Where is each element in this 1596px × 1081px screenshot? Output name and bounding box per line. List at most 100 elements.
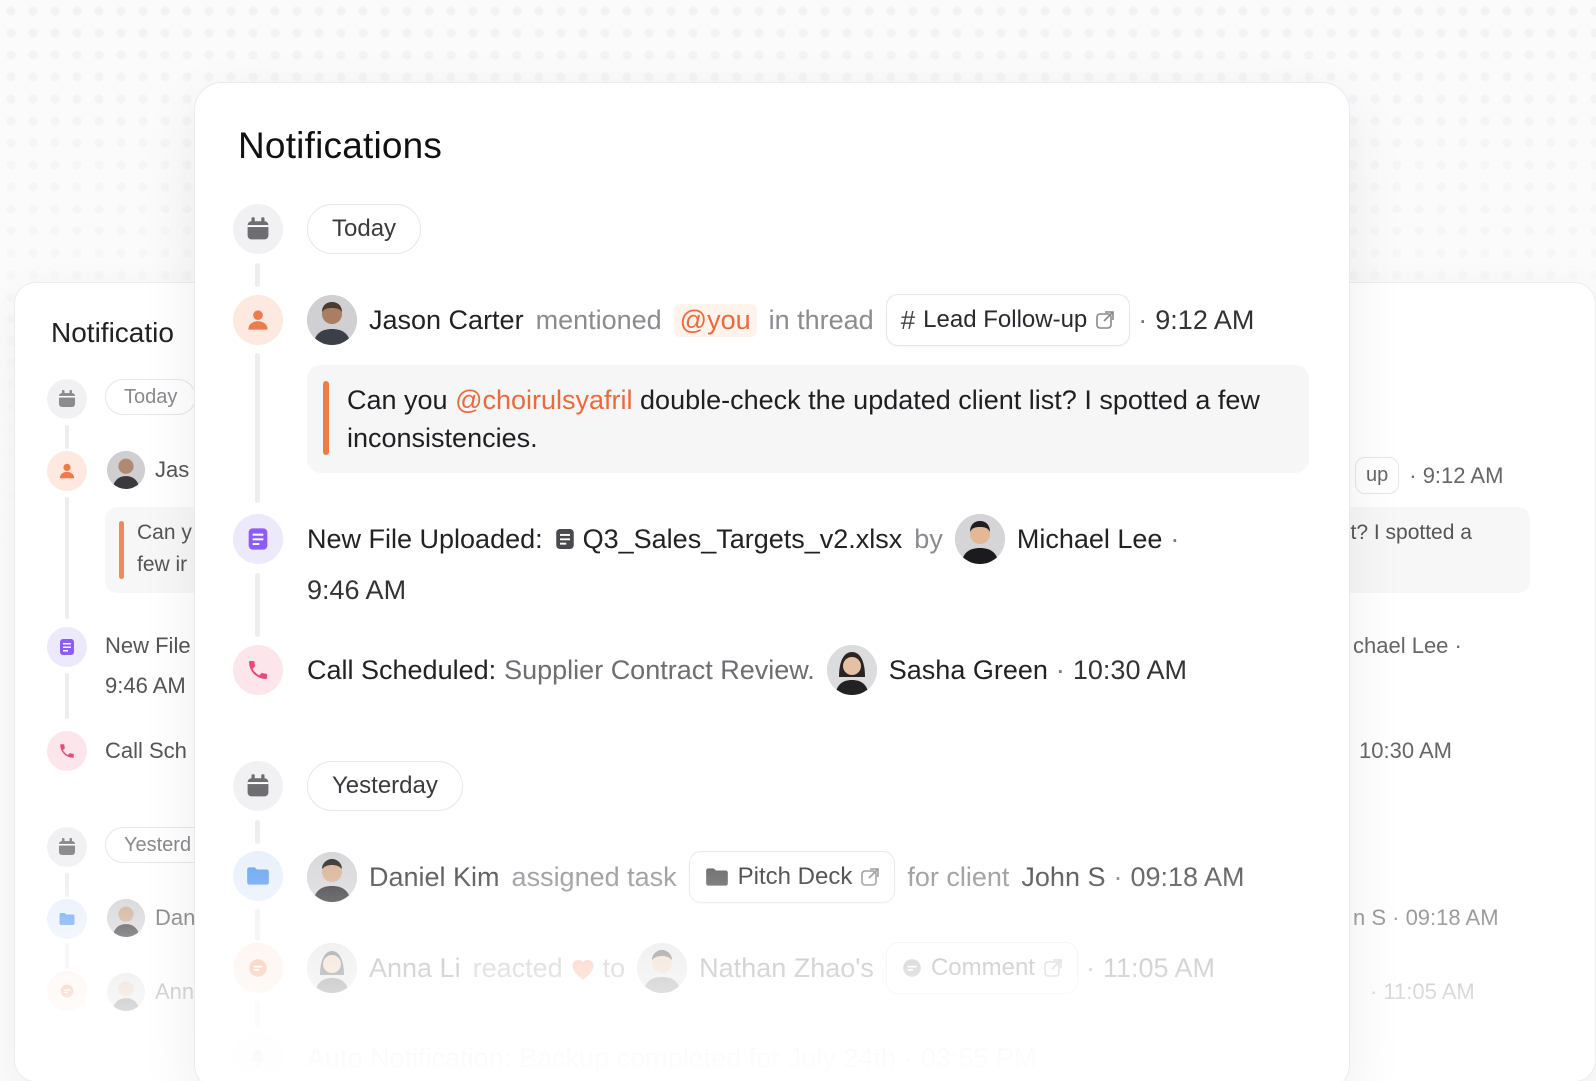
task-link[interactable]: Pitch Deck bbox=[688, 851, 896, 903]
calendar-icon bbox=[47, 827, 87, 867]
client-name[interactable]: John S bbox=[1021, 862, 1105, 893]
notification-mention[interactable]: Jason Carter mentioned @you in thread # … bbox=[307, 293, 1254, 347]
back-right-task: n S · 09:18 AM bbox=[1353, 905, 1499, 930]
timestamp: 10:30 AM bbox=[1072, 654, 1187, 685]
back-panel-title: Notificatio bbox=[51, 317, 174, 348]
back-jason: Jas bbox=[155, 457, 190, 482]
timeline-connector bbox=[255, 909, 260, 941]
timestamp: 09:18 AM bbox=[1130, 861, 1245, 892]
user-icon bbox=[47, 451, 87, 491]
file-upload-time-row: 9:46 AM bbox=[307, 563, 406, 617]
calendar-icon bbox=[47, 379, 87, 419]
quote-bar bbox=[323, 381, 329, 455]
action-text: mentioned bbox=[535, 304, 662, 335]
timeline-connector bbox=[65, 943, 69, 969]
hashtag-icon: # bbox=[900, 304, 916, 335]
notification-file-upload[interactable]: New File Uploaded: Q3_Sales_Targets_v2.x… bbox=[307, 512, 1187, 566]
timeline-connector bbox=[255, 1001, 260, 1029]
event-label: New File Uploaded: bbox=[307, 523, 543, 554]
back-right-react: · 11:05 AM bbox=[1370, 979, 1475, 1004]
by-text: by bbox=[914, 523, 943, 554]
user-name[interactable]: Daniel Kim bbox=[369, 862, 500, 893]
call-subject[interactable]: Supplier Contract Review. bbox=[504, 655, 815, 686]
user-name[interactable]: Jason Carter bbox=[369, 305, 524, 336]
avatar[interactable] bbox=[307, 943, 357, 993]
timeline-connector bbox=[255, 573, 260, 637]
calendar-icon bbox=[233, 204, 283, 254]
external-link-icon bbox=[861, 868, 880, 886]
notification-auto[interactable]: Auto Notification: Backup completed for … bbox=[307, 1033, 1036, 1081]
target-user-name[interactable]: Nathan Zhao's bbox=[699, 953, 874, 984]
user-name[interactable]: Sasha Green bbox=[889, 655, 1048, 686]
event-label: Call Scheduled: bbox=[307, 654, 497, 685]
action-text: assigned task bbox=[511, 861, 677, 892]
timestamp: 9:12 AM bbox=[1155, 304, 1255, 335]
comment-link[interactable]: Comment bbox=[885, 942, 1078, 994]
timeline-connector bbox=[65, 425, 69, 449]
avatar bbox=[107, 451, 145, 489]
folder-icon bbox=[233, 851, 283, 901]
external-link-icon bbox=[1096, 311, 1115, 329]
file-icon bbox=[47, 627, 87, 667]
calendar-icon bbox=[233, 761, 283, 811]
back-file: New File bbox=[105, 633, 191, 658]
group-label-yesterday: Yesterday bbox=[307, 761, 463, 811]
notification-reaction[interactable]: Anna Li reacted to Nathan Zhao's Comment… bbox=[307, 941, 1215, 995]
avatar bbox=[107, 973, 145, 1011]
action-text: reacted bbox=[472, 952, 563, 983]
timestamp: 11:05 AM bbox=[1102, 952, 1216, 983]
timeline-connector bbox=[65, 873, 69, 897]
timeline-connector bbox=[255, 263, 260, 287]
timestamp: 03:55 PM bbox=[920, 1042, 1037, 1073]
back-anna: Ann bbox=[155, 979, 195, 1004]
back-right-call: 10:30 AM bbox=[1359, 738, 1452, 763]
avatar[interactable] bbox=[954, 514, 1005, 564]
file-icon bbox=[233, 514, 283, 564]
context-text: in thread bbox=[768, 304, 874, 335]
avatar[interactable] bbox=[307, 295, 357, 345]
chat-bubble-icon bbox=[903, 959, 921, 977]
mention-tag[interactable]: @you bbox=[673, 303, 757, 337]
user-mention[interactable]: @choirulsyafril bbox=[455, 385, 632, 415]
notifications-panel: Notifications Today Jason Carter mention… bbox=[194, 82, 1350, 1081]
notification-task[interactable]: Daniel Kim assigned task Pitch Deck for … bbox=[307, 850, 1245, 904]
panel-title: Notifications bbox=[238, 125, 443, 166]
external-link-icon bbox=[1044, 959, 1062, 977]
folder-icon bbox=[47, 899, 87, 939]
timestamp: 9:46 AM bbox=[307, 574, 407, 605]
avatar bbox=[107, 899, 145, 937]
avatar[interactable] bbox=[637, 943, 688, 993]
back-group-today: Today bbox=[105, 379, 197, 415]
timeline-connector bbox=[255, 353, 260, 503]
back-file-time: 9:46 AM bbox=[105, 673, 186, 698]
to-text: to bbox=[602, 952, 626, 983]
user-name[interactable]: Anna Li bbox=[369, 953, 461, 984]
comment-icon bbox=[47, 971, 87, 1011]
user-name[interactable]: Michael Lee bbox=[1017, 524, 1163, 555]
message-quote: Can you @choirulsyafril double-check the… bbox=[307, 365, 1309, 473]
avatar[interactable] bbox=[307, 852, 357, 902]
back-right-file: chael Lee · bbox=[1353, 633, 1462, 658]
user-icon bbox=[233, 295, 283, 345]
group-label-today: Today bbox=[307, 204, 422, 254]
phone-icon bbox=[233, 645, 283, 695]
timeline-connector bbox=[65, 673, 69, 719]
heart-icon bbox=[572, 959, 594, 980]
thread-link[interactable]: # Lead Follow-up bbox=[885, 294, 1131, 346]
auto-text: Backup completed for July 24th bbox=[519, 1042, 896, 1073]
back-daniel: Dan bbox=[155, 905, 196, 930]
phone-icon bbox=[47, 731, 87, 771]
timeline-connector bbox=[65, 497, 69, 619]
file-name[interactable]: Q3_Sales_Targets_v2.xlsx bbox=[583, 524, 903, 555]
quote-text: Can you @choirulsyafril double-check the… bbox=[347, 385, 1260, 453]
timeline-connector bbox=[255, 820, 260, 844]
notification-call[interactable]: Call Scheduled: Supplier Contract Review… bbox=[307, 643, 1187, 697]
back-right-time-1: up · 9:12 AM bbox=[1355, 457, 1503, 494]
comment-icon bbox=[233, 943, 283, 993]
back-call: Call Sch bbox=[105, 738, 187, 763]
for-client-text: for client bbox=[907, 861, 1010, 892]
avatar[interactable] bbox=[826, 645, 877, 695]
document-icon bbox=[555, 529, 574, 549]
folder-icon bbox=[705, 868, 728, 886]
event-label: Auto Notification: bbox=[307, 1042, 512, 1073]
